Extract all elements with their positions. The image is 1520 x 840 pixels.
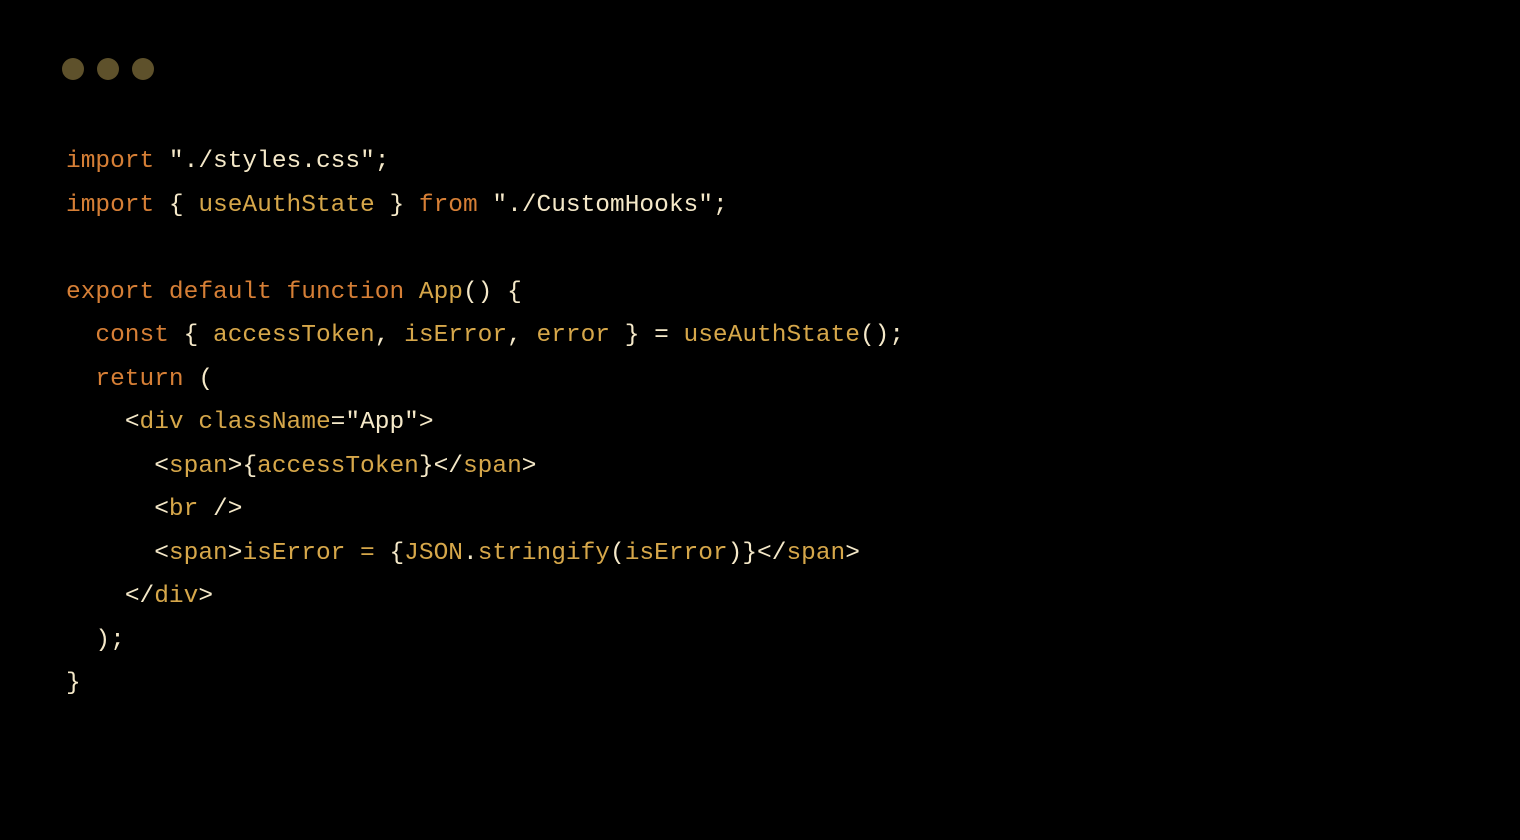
- window-control-minimize-icon[interactable]: [97, 58, 119, 80]
- code-line-8: <span>{accessToken}</span>: [66, 453, 537, 480]
- code-line-10: <span>isError = {JSON.stringify(isError)…: [66, 540, 860, 567]
- code-line-7: <div className="App">: [66, 409, 434, 436]
- window-control-close-icon[interactable]: [62, 58, 84, 80]
- code-line-6: return (: [66, 366, 213, 393]
- code-window: import "./styles.css"; import { useAuthS…: [0, 0, 1520, 840]
- code-line-4: export default function App() {: [66, 279, 522, 306]
- code-line-13: }: [66, 670, 81, 697]
- code-line-1: import "./styles.css";: [66, 148, 389, 175]
- code-line-12: );: [66, 627, 125, 654]
- code-line-11: </div>: [66, 583, 213, 610]
- code-line-2: import { useAuthState } from "./CustomHo…: [66, 192, 728, 219]
- window-controls: [62, 58, 154, 80]
- code-line-5: const { accessToken, isError, error } = …: [66, 322, 904, 349]
- code-line-9: <br />: [66, 496, 242, 523]
- window-control-zoom-icon[interactable]: [132, 58, 154, 80]
- code-block: import "./styles.css"; import { useAuthS…: [66, 140, 904, 706]
